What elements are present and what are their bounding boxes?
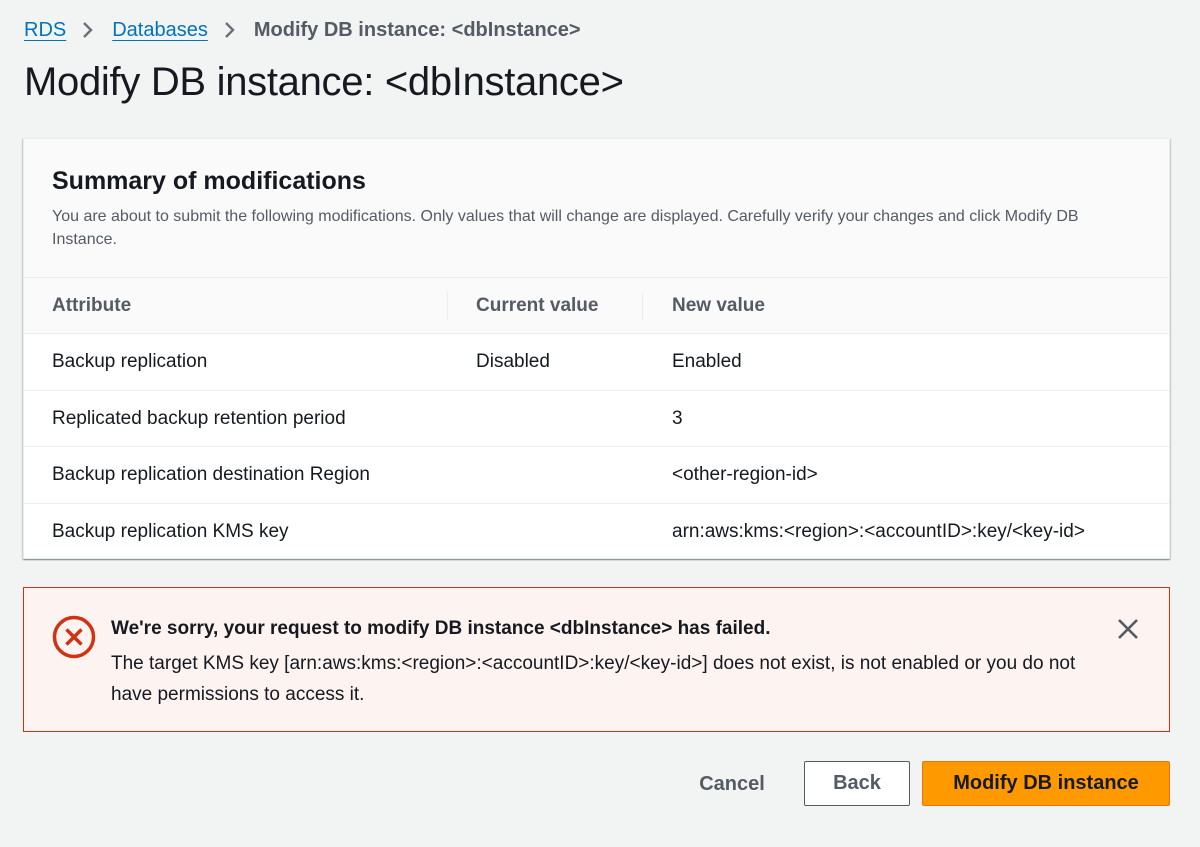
page-title: Modify DB instance: <dbInstance>: [24, 60, 624, 104]
cell-attribute: Backup replication: [52, 351, 208, 372]
summary-description: You are about to submit the following mo…: [52, 208, 1079, 248]
summary-title: Summary of modifications: [52, 167, 366, 195]
table-row: Replicated backup retention period 3: [24, 391, 1169, 447]
table-header: Attribute Current value New value: [24, 278, 1169, 334]
breadcrumb-current: Modify DB instance: <dbInstance>: [253, 18, 581, 41]
table-row: Backup replication KMS key arn:aws:kms:<…: [24, 504, 1169, 561]
alert-title: We're sorry, your request to modify DB i…: [111, 618, 771, 639]
column-divider: [447, 292, 448, 320]
column-header-new-value: New value: [672, 295, 765, 316]
cell-new-value: Enabled: [672, 351, 742, 372]
table-row: Backup replication destination Region <o…: [24, 447, 1169, 504]
cell-attribute: Backup replication KMS key: [52, 520, 289, 542]
close-icon[interactable]: [1115, 616, 1141, 642]
cell-new-value: 3: [672, 407, 683, 429]
error-alert: We're sorry, your request to modify DB i…: [23, 587, 1170, 732]
column-divider: [642, 292, 643, 320]
cancel-button[interactable]: Cancel: [687, 762, 777, 806]
chevron-right-icon: [208, 18, 254, 42]
cell-attribute: Backup replication destination Region: [52, 464, 370, 485]
breadcrumb-link-databases[interactable]: Databases: [112, 19, 208, 42]
table-row: Backup replication Disabled Enabled: [24, 334, 1169, 391]
summary-panel: Summary of modifications You are about t…: [23, 138, 1170, 559]
cell-new-value: <other-region-id>: [672, 464, 818, 485]
cell-current-value: Disabled: [476, 351, 550, 372]
breadcrumb-link-rds[interactable]: RDS: [24, 19, 66, 42]
cell-attribute: Replicated backup retention period: [52, 407, 346, 429]
summary-header: Summary of modifications You are about t…: [24, 139, 1169, 278]
cell-new-value: arn:aws:kms:<region>:<accountID>:key/<ke…: [672, 520, 1085, 542]
alert-message: The target KMS key [arn:aws:kms:<region>…: [111, 653, 1076, 705]
modify-db-instance-button[interactable]: Modify DB instance: [922, 761, 1170, 806]
error-circle-icon: [52, 615, 96, 664]
breadcrumb: RDS Databases Modify DB instance: <dbIns…: [24, 18, 581, 42]
chevron-right-icon: [66, 18, 112, 42]
back-button[interactable]: Back: [804, 761, 910, 806]
column-header-current-value: Current value: [476, 295, 599, 316]
column-header-attribute: Attribute: [52, 295, 132, 316]
